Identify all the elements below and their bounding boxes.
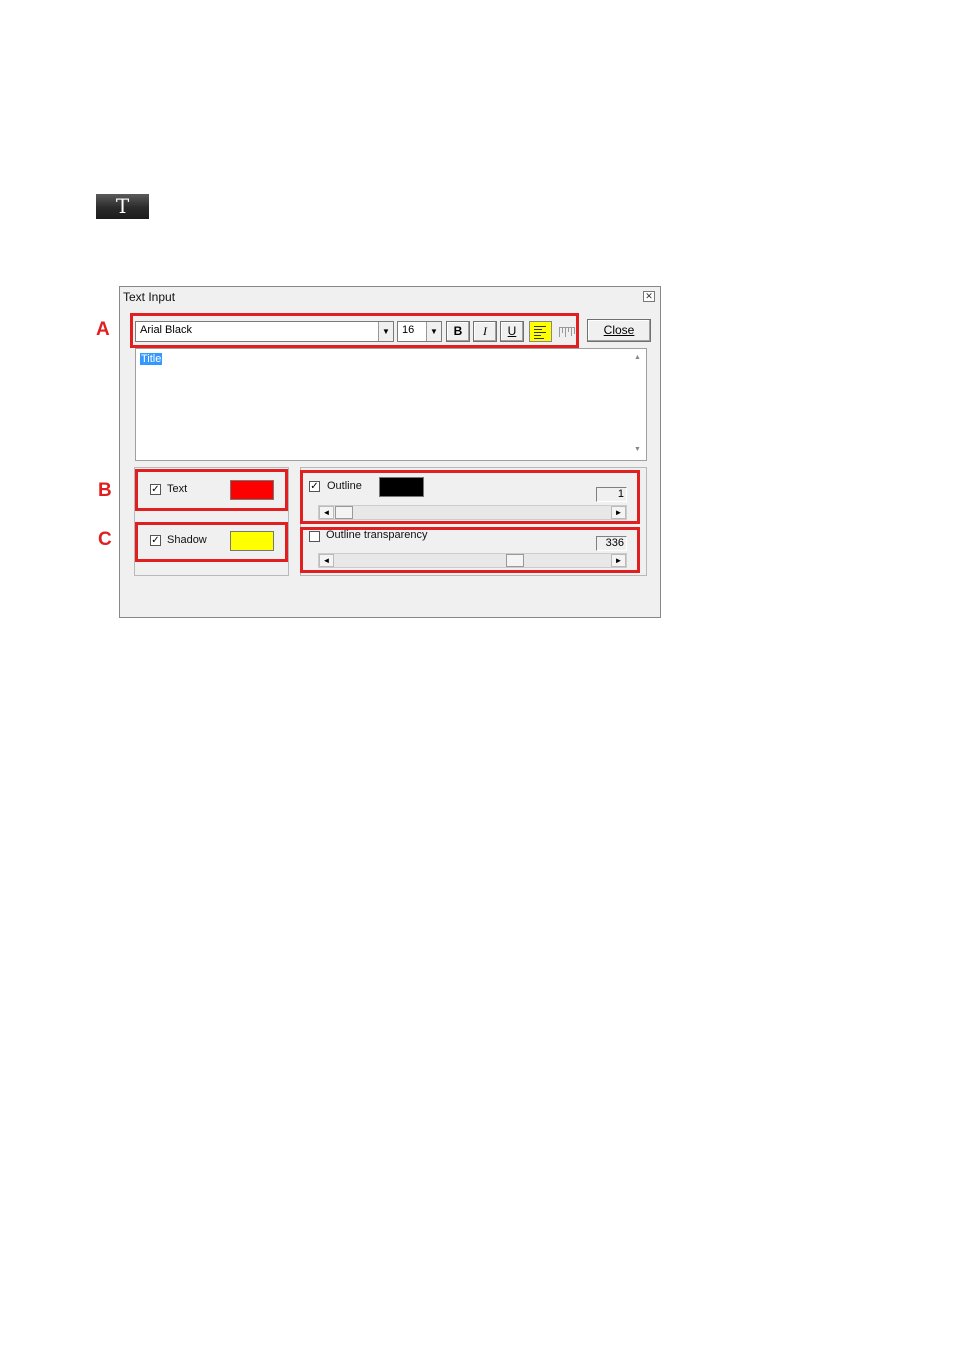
- close-button[interactable]: Close: [587, 319, 651, 342]
- text-tool-icon[interactable]: T: [96, 194, 149, 219]
- callout-a: A: [96, 319, 110, 340]
- dialog-title: Text Input: [123, 290, 176, 304]
- scroll-up-icon[interactable]: ▲: [634, 354, 641, 361]
- callout-b: B: [98, 480, 112, 501]
- highlight-box-b: [135, 469, 288, 511]
- highlight-box-d: [300, 470, 640, 524]
- close-button-label: Close: [603, 323, 635, 337]
- scroll-down-icon[interactable]: ▼: [634, 446, 641, 453]
- text-input-area[interactable]: Title ▲ ▼: [135, 348, 647, 461]
- vertical-scrollbar[interactable]: ▲ ▼: [630, 350, 646, 460]
- highlight-box-c: [135, 522, 288, 562]
- title-bar[interactable]: Text Input ✕: [120, 287, 660, 307]
- close-icon[interactable]: ✕: [643, 291, 655, 302]
- highlight-box-a: [130, 313, 579, 348]
- selected-text: Title: [140, 353, 163, 365]
- callout-c: C: [98, 529, 112, 550]
- highlight-box-e: [300, 527, 640, 573]
